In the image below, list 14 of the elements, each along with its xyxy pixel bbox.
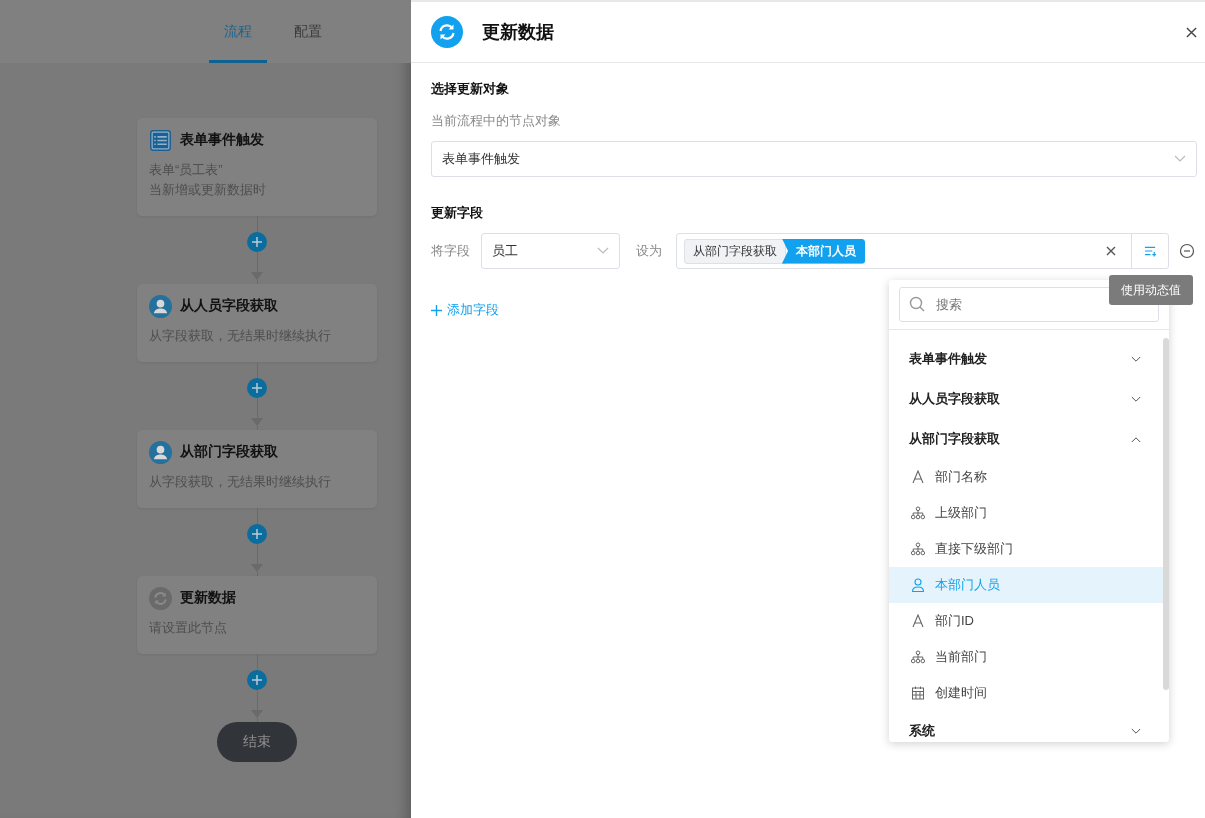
field-label: 设为 xyxy=(636,242,663,260)
panel-title: 更新数据 xyxy=(482,21,555,44)
field-label: 将字段 xyxy=(431,242,471,260)
value-tag: 本部门人员 xyxy=(782,238,865,264)
tooltip: 使用动态值 xyxy=(1109,275,1193,305)
node-title: 更新数据 xyxy=(180,589,236,607)
section-heading: 更新字段 xyxy=(431,204,484,222)
value-tag: 从部门字段获取 xyxy=(684,238,786,264)
node-title: 从部门字段获取 xyxy=(180,443,278,461)
section-hint: 当前流程中的节点对象 xyxy=(431,112,562,130)
end-node: 结束 xyxy=(217,722,297,762)
node-title: 表单事件触发 xyxy=(180,131,264,149)
node-title: 从人员字段获取 xyxy=(180,297,278,315)
section-heading: 选择更新对象 xyxy=(431,80,510,98)
